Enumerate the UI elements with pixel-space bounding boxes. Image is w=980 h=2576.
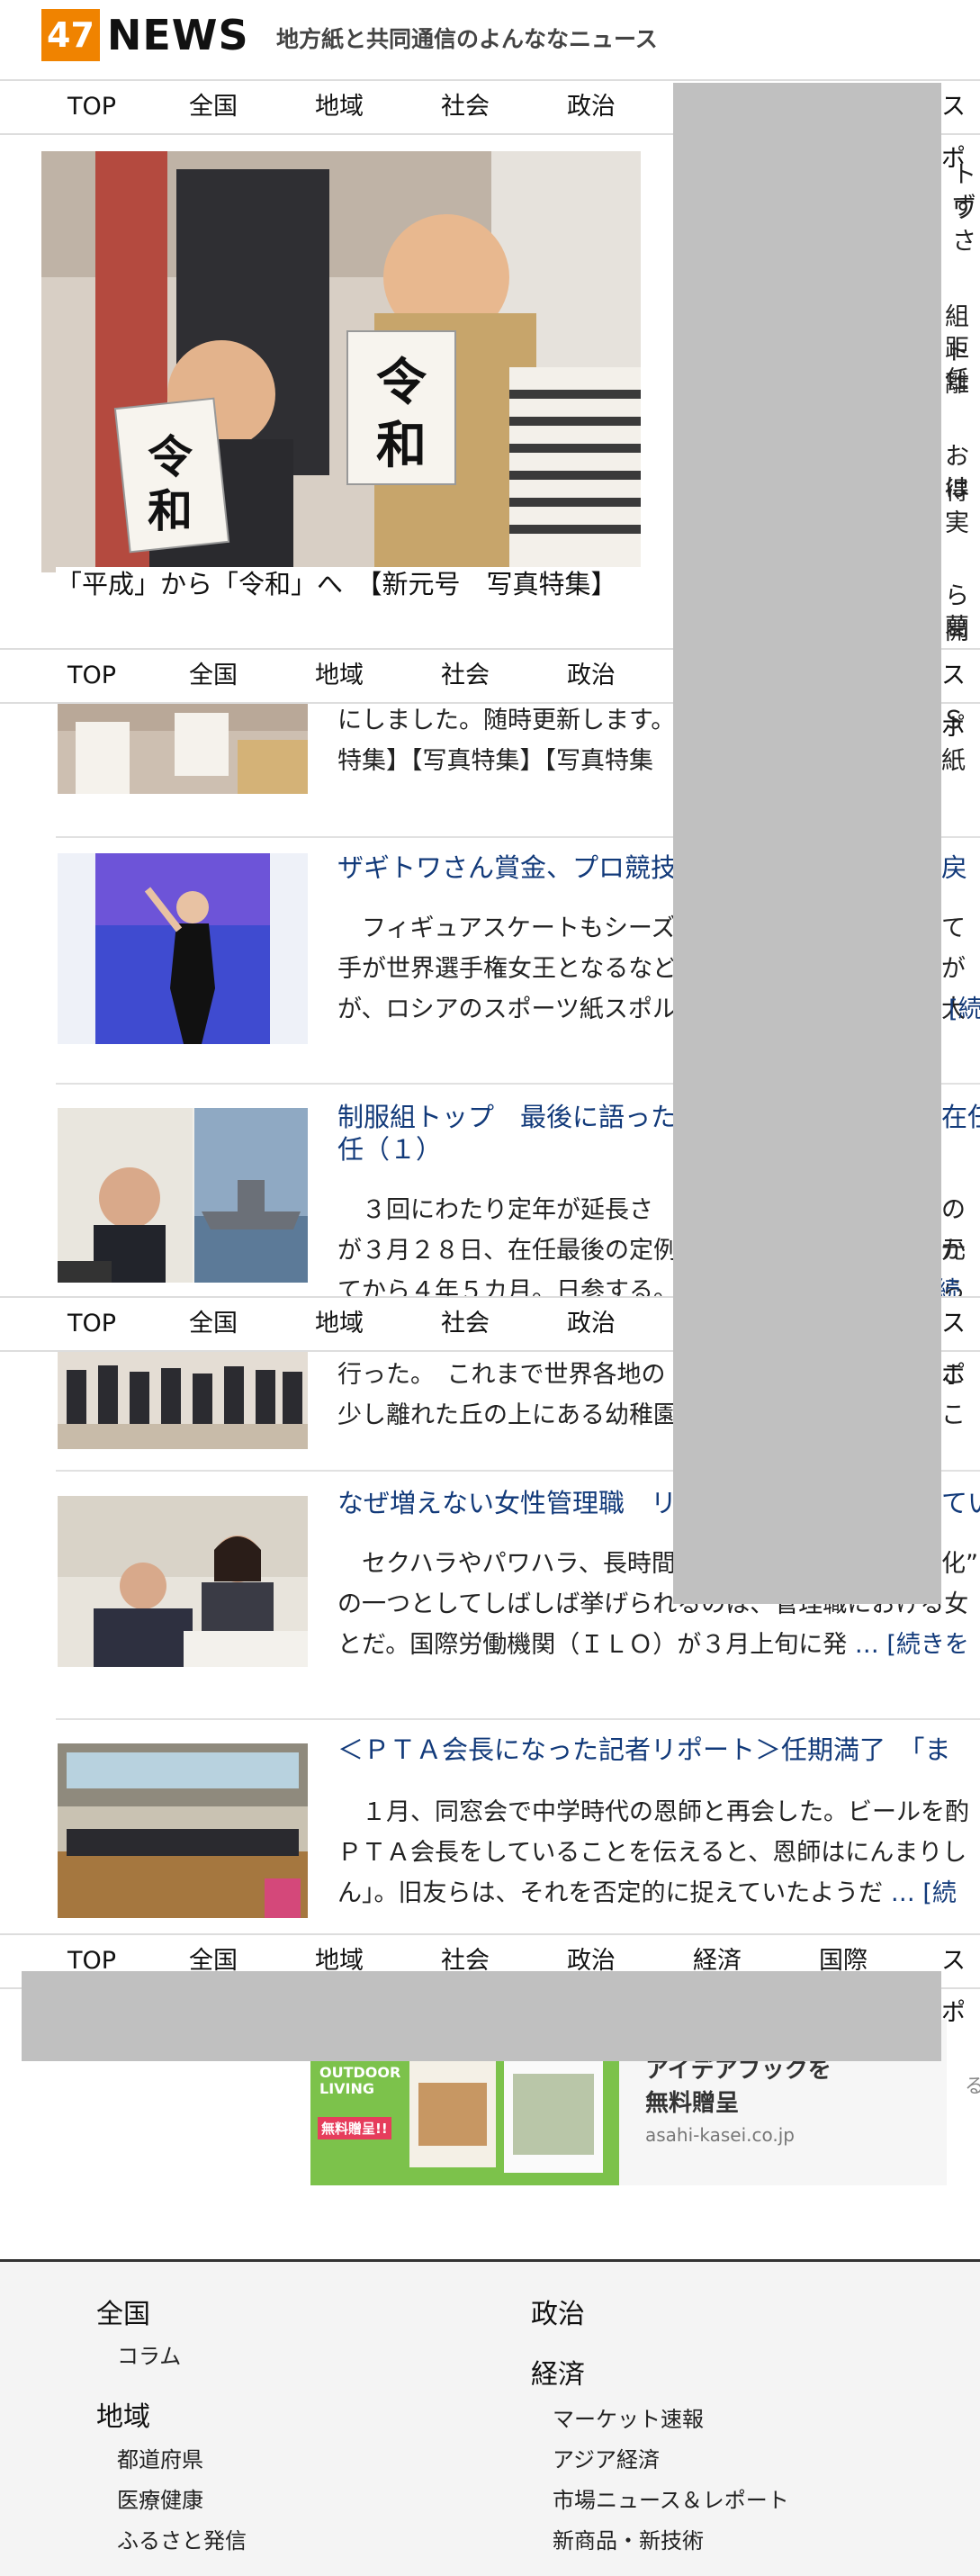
nav-chiiki[interactable]: 地域	[315, 650, 364, 702]
footer-link-market-news[interactable]: 市場ニュース＆レポート	[553, 2482, 789, 2514]
footer-link-furusato[interactable]: ふるさと発信	[117, 2523, 247, 2554]
site-footer: 全国 コラム 地域 都道府県 医療健康 ふるさと発信 政治 経済 マーケット速報…	[0, 2259, 980, 2576]
article-body: １月、同窓会で中学時代の恩師と再会した。ビールを酌 ＰＴＡ会長をしていることを伝…	[337, 1792, 980, 1914]
ad-title[interactable]: アイデアブックを 無料贈呈	[645, 2054, 832, 2121]
overlay-block	[673, 83, 941, 1604]
article-title-fragment[interactable]: 在任	[941, 1100, 980, 1134]
nav-zenkoku[interactable]: 全国	[189, 650, 238, 702]
nav-zenkoku[interactable]: 全国	[189, 1298, 238, 1350]
article-thumb[interactable]	[58, 1108, 308, 1283]
article-body-fragment: 化”	[941, 1550, 978, 1578]
board-char-4: 和	[376, 416, 427, 475]
nav-sports[interactable]: スポ	[941, 1935, 980, 2040]
footer-link-zenkoku[interactable]: 全国	[96, 2292, 150, 2331]
logo-text: NEWS	[106, 11, 249, 59]
nav-zenkoku[interactable]: 全国	[189, 81, 238, 133]
footer-link-chiiki[interactable]: 地域	[96, 2394, 150, 2434]
ad-clipped-text: る	[965, 2076, 980, 2098]
nav-seiji[interactable]: 政治	[567, 81, 616, 133]
article-body-line: １月、同窓会で中学時代の恩師と再会した。ビールを酌	[337, 1798, 969, 1826]
nav-shakai[interactable]: 社会	[441, 81, 490, 133]
article-thumb[interactable]	[58, 1352, 308, 1449]
site-header: 47 NEWS 地方紙と共同通信のよんななニュース	[0, 0, 980, 77]
nav-shakai[interactable]: 社会	[441, 650, 490, 702]
article-thumb[interactable]	[58, 853, 308, 1044]
read-more-link[interactable]: … [続	[891, 1879, 957, 1907]
article-body-fragment: て	[941, 914, 966, 942]
nav-seiji[interactable]: 政治	[567, 650, 616, 702]
thumb-illustration	[58, 1352, 308, 1449]
site-tagline: 地方紙と共同通信のよんななニュース	[276, 26, 658, 52]
article-body-fragment: ここ	[941, 1361, 966, 1429]
read-more-link[interactable]: … [続きを	[855, 1631, 969, 1659]
article-body-text: とだ。国際労働機関（ＩＬＯ）が３月上旬に発	[337, 1631, 848, 1659]
article-divider	[56, 1718, 980, 1720]
thumb-illustration	[58, 1496, 308, 1667]
nav-chiiki[interactable]: 地域	[315, 1298, 364, 1350]
overlay-block	[22, 1971, 941, 2061]
article-title-line2[interactable]: 任（１）	[337, 1132, 442, 1166]
site-logo[interactable]: 47 NEWS	[41, 9, 249, 61]
article-thumb[interactable]	[58, 704, 308, 794]
thumb-illustration	[58, 1108, 308, 1283]
footer-link-keizai[interactable]: 経済	[531, 2352, 585, 2391]
hero-photo[interactable]: 令 和 令 和	[41, 151, 641, 572]
article-body-text: ん」。旧友らは、それを否定的に捉えていたようだ	[337, 1879, 884, 1907]
article-title[interactable]: なぜ増えない女性管理職 リ	[337, 1486, 677, 1520]
article-title[interactable]: ＜ＰＴＡ会長になった記者リポート＞任期満了 「ま	[337, 1733, 951, 1767]
thumb-illustration	[58, 853, 308, 1044]
article-title[interactable]: ザギトワさん賞金、プロ競技	[337, 851, 677, 885]
ad-image-text: OUTDOOR LIVING	[319, 2064, 401, 2097]
article-body-line: ん」。旧友らは、それを否定的に捉えていたようだ … [続	[337, 1873, 980, 1914]
nav-top[interactable]: TOP	[67, 81, 116, 133]
footer-link-health[interactable]: 医療健康	[117, 2482, 203, 2514]
thumb-illustration	[58, 704, 308, 794]
peek-text: は実	[945, 474, 969, 537]
ad-domain[interactable]: asahi-kasei.co.jp	[645, 2124, 795, 2146]
article-thumb[interactable]	[58, 1496, 308, 1667]
board-char-2: 和	[148, 484, 193, 537]
nav-seiji[interactable]: 政治	[567, 1298, 616, 1350]
read-more-link[interactable]: [続	[949, 989, 980, 1030]
hero-photo-illustration	[41, 151, 641, 572]
article-thumb[interactable]	[58, 1743, 308, 1918]
footer-link-column[interactable]: コラム	[117, 2338, 181, 2370]
nav-chiiki[interactable]: 地域	[315, 81, 364, 133]
article-body-fragment: Ｓ紙	[941, 707, 966, 775]
thumb-illustration	[58, 1743, 308, 1918]
board-char-3: 令	[376, 353, 427, 412]
nav-top[interactable]: TOP	[67, 1298, 116, 1350]
article-body-line: ＰＴＡ会長をしていることを伝えると、恩師はにんまりし	[337, 1839, 967, 1867]
article-title-fragment[interactable]: 戻	[941, 851, 967, 885]
footer-link-prefectures[interactable]: 都道府県	[117, 2442, 203, 2473]
peek-text: ずさ	[952, 193, 976, 256]
nav-top[interactable]: TOP	[67, 650, 116, 702]
logo-number: 47	[41, 9, 100, 61]
ad-image-badge: 無料贈呈!!	[318, 2117, 391, 2139]
footer-link-market[interactable]: マーケット速報	[553, 2401, 704, 2433]
nav-shakai[interactable]: 社会	[441, 1298, 490, 1350]
article-title-fragment[interactable]: てい	[941, 1486, 980, 1520]
ad-title-line: 無料贈呈	[645, 2090, 740, 2117]
article-body-line: とだ。国際労働機関（ＩＬＯ）が３月上旬に発 … [続きを	[337, 1625, 980, 1665]
hero-caption[interactable]: 「平成」から「令和」へ 【新元号 写真特集】	[56, 567, 641, 601]
footer-link-seiji[interactable]: 政治	[531, 2292, 585, 2331]
article-title[interactable]: 制服組トップ 最後に語った	[337, 1100, 677, 1134]
footer-link-asia[interactable]: アジア経済	[553, 2442, 660, 2473]
footer-link-new-products[interactable]: 新商品・新技術	[553, 2523, 704, 2554]
peek-text: 任	[945, 366, 969, 394]
